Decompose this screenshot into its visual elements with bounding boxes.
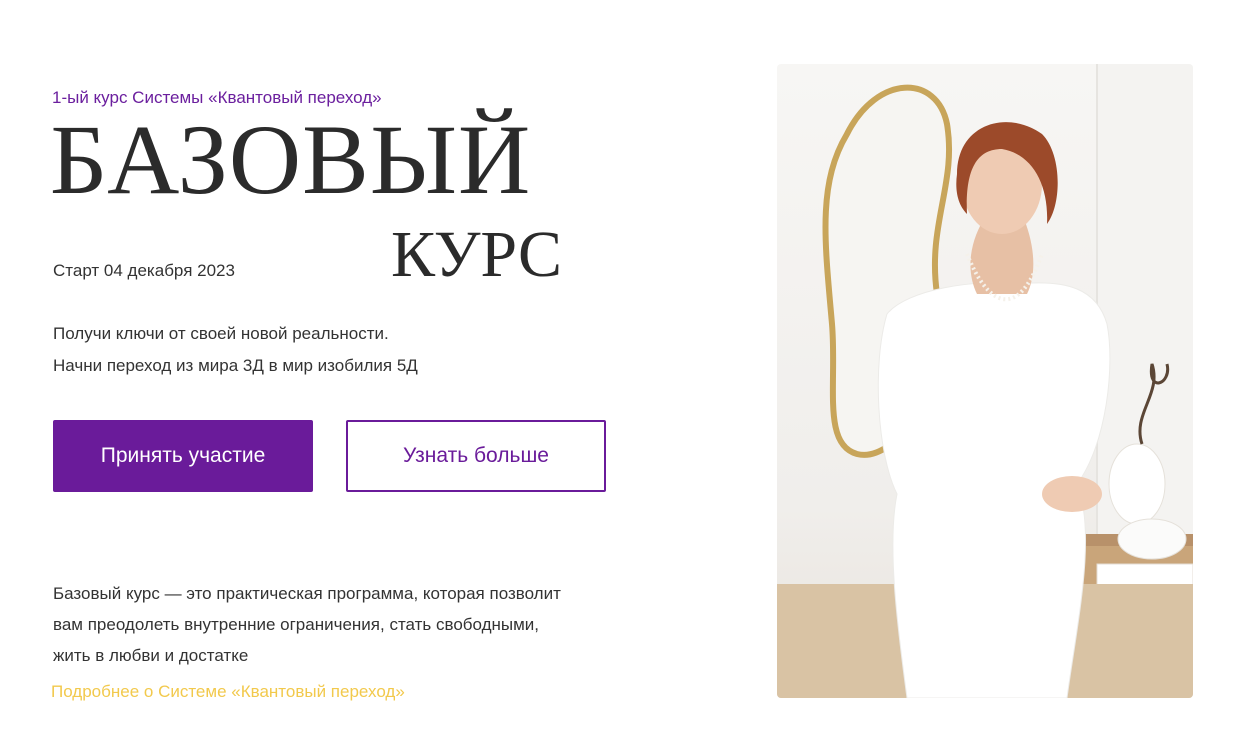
- description-line-2: вам преодолеть внутренние ограничения, с…: [53, 615, 540, 634]
- page-title-second-line: КУРС: [391, 218, 562, 291]
- tagline: Получи ключи от своей новой реальности. …: [53, 318, 418, 382]
- join-button[interactable]: Принять участие: [53, 420, 313, 492]
- description-line-3: жить в любви и достатке: [53, 646, 249, 665]
- learn-more-button[interactable]: Узнать больше: [346, 420, 606, 492]
- tagline-line-1: Получи ключи от своей новой реальности.: [53, 324, 389, 343]
- description-line-1: Базовый курс — это практическая программ…: [53, 584, 561, 603]
- course-description: Базовый курс — это практическая программ…: [53, 578, 623, 671]
- tagline-line-2: Начни переход из мира 3Д в мир изобилия …: [53, 356, 418, 375]
- start-date: Старт 04 декабря 2023: [53, 261, 235, 280]
- page-title: БАЗОВЫЙ: [50, 104, 532, 215]
- portrait-photo: [777, 64, 1193, 698]
- system-more-link[interactable]: Подробнее о Системе «Квантовый переход»: [51, 682, 405, 702]
- portrait-illustration: [777, 64, 1193, 698]
